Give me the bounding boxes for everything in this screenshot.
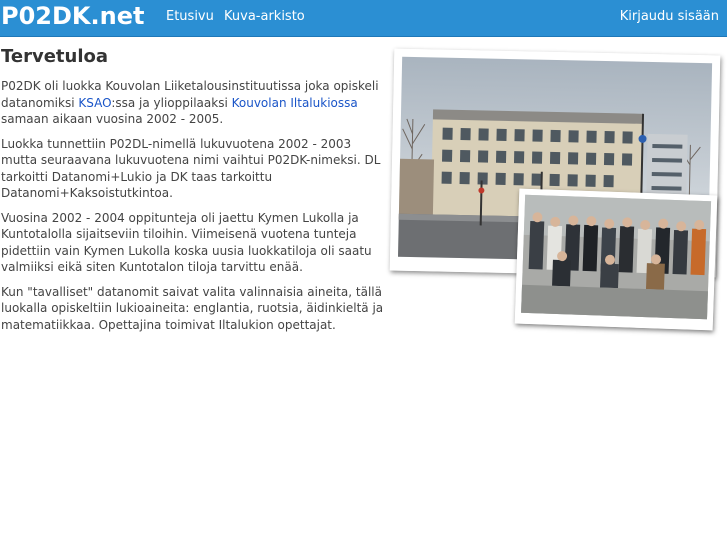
class-group-image: [514, 188, 718, 331]
name-paragraph: Luokka tunnettiin P02DL-nimellä lukuvuot…: [1, 136, 381, 201]
intro-paragraph: P02DK oli luokka Kouvolan Liiketalousins…: [1, 78, 386, 128]
locations-paragraph: Vuosina 2002 - 2004 oppitunteja oli jaet…: [1, 210, 372, 275]
iltalukio-link[interactable]: Kouvolan Iltalukiossa: [232, 96, 358, 110]
nav-link-etusivu[interactable]: Etusivu: [166, 9, 214, 24]
main-content: Tervetuloa P02DK oli luokka Kouvolan Lii…: [1, 46, 386, 341]
site-logo[interactable]: P02DK.net: [1, 2, 144, 30]
top-navbar: P02DK.net Etusivu Kuva-arkisto Kirjaudu …: [0, 0, 727, 37]
main-nav: Etusivu Kuva-arkisto: [166, 9, 311, 24]
page-title: Tervetuloa: [1, 46, 109, 67]
subjects-paragraph: Kun "tavalliset" datanomit saivat valita…: [1, 284, 384, 332]
nav-link-kuva-arkisto[interactable]: Kuva-arkisto: [224, 9, 305, 24]
class-group-photo: [514, 188, 718, 331]
ksao-link[interactable]: KSAO: [78, 96, 111, 110]
login-link[interactable]: Kirjaudu sisään: [620, 9, 719, 24]
intro-text-b: :ssa ja ylioppilaaksi: [111, 95, 232, 110]
intro-text-c: samaan aikaan vuosina 2002 - 2005.: [1, 112, 224, 126]
